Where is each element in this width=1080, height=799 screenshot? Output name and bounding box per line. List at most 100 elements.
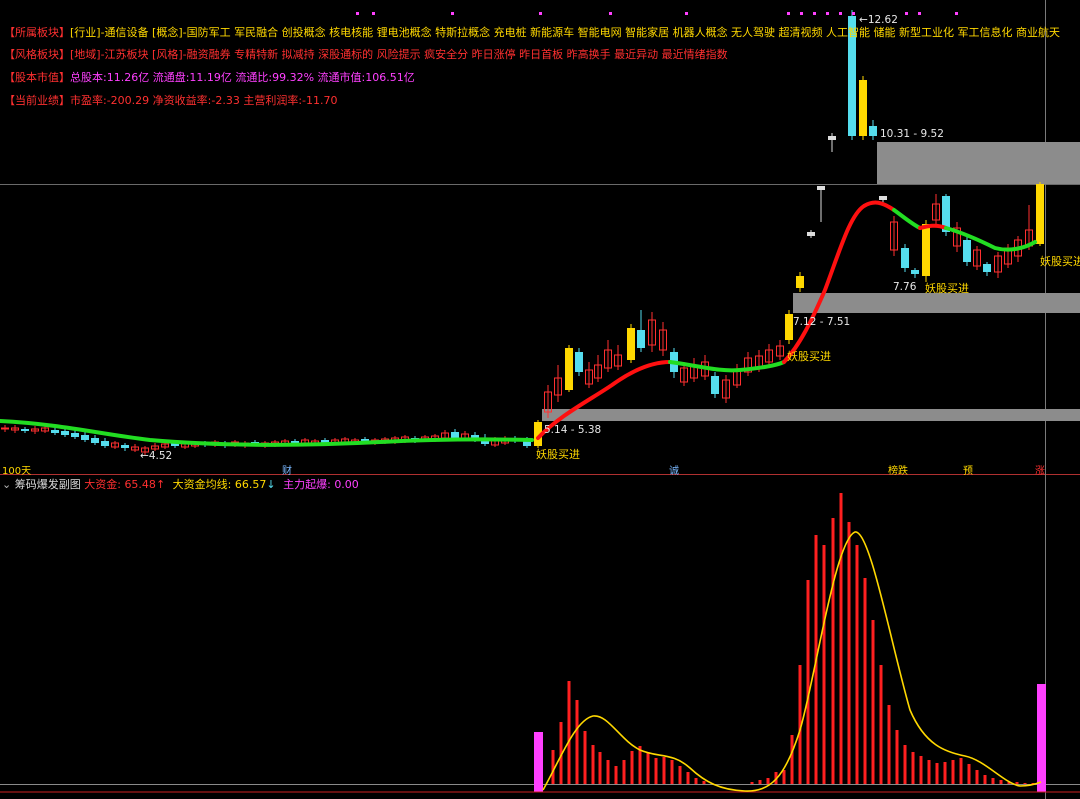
indicator-bar xyxy=(638,746,642,784)
indicator-bar xyxy=(702,781,706,784)
indicator-bar xyxy=(871,620,875,784)
indicator-bar xyxy=(903,745,907,784)
moving-average-line xyxy=(0,200,1037,447)
event-marker-4[interactable]: 预 xyxy=(963,462,973,477)
shares-text: 总股本:11.26亿 流通盘:11.19亿 流通比:99.32% 流通市值:10… xyxy=(70,71,415,84)
candle-body xyxy=(575,352,583,372)
indicator-bar xyxy=(598,752,602,784)
indicator-bar xyxy=(606,760,610,784)
chevron-down-icon[interactable]: ⌄ xyxy=(2,478,11,491)
indicator-bar xyxy=(919,756,923,784)
indicator-bar xyxy=(1015,782,1019,784)
low-price-value: 4.52 xyxy=(148,450,173,462)
event-dot xyxy=(539,12,542,15)
indicator-bar xyxy=(935,763,939,784)
indicator-bar xyxy=(575,700,579,784)
indicator-bar xyxy=(622,760,626,784)
event-dot xyxy=(826,12,829,15)
indicator-bar xyxy=(766,778,770,784)
style-text[interactable]: [地域]-江苏板块 [风格]-融资融券 专精特新 拟减持 深股通标的 风险提示 … xyxy=(70,48,728,61)
event-marker-5[interactable]: 涨 xyxy=(1035,462,1045,477)
candle-body xyxy=(869,126,877,136)
info-row-sector: 【所属板块】[行业]-通信设备 [概念]-国防军工 军民融合 创投概念 核电核能… xyxy=(4,24,1060,40)
price-chart[interactable] xyxy=(0,0,1080,799)
buy-signal-1: 妖股买进 xyxy=(536,448,580,461)
event-dot xyxy=(905,12,908,15)
ma-segment xyxy=(918,223,948,230)
indicator-burst-bar xyxy=(1037,684,1046,792)
candle-body xyxy=(817,186,825,190)
indicator-bar xyxy=(591,745,595,784)
big-fund-arrow: ↑ xyxy=(155,478,166,491)
indicator-bar xyxy=(839,493,843,784)
shares-tag: 【股本市值】 xyxy=(4,71,70,84)
indicator-bar xyxy=(806,580,810,784)
performance-text: 市盈率:-200.29 净资收益率:-2.33 主营利润率:-11.70 xyxy=(70,94,338,107)
event-dot xyxy=(356,12,359,15)
info-row-shares: 【股本市值】总股本:11.26亿 流通盘:11.19亿 流通比:99.32% 流… xyxy=(4,69,415,85)
performance-tag: 【当前业绩】 xyxy=(4,94,70,107)
indicator-bar xyxy=(583,731,587,784)
sub-panel-name[interactable]: 筹码爆发副图 xyxy=(15,478,81,491)
avg-arrow: ↓ xyxy=(266,478,276,491)
main-label: 主力起爆: xyxy=(283,478,331,491)
indicator-bar xyxy=(943,762,947,784)
indicator-bar xyxy=(975,770,979,784)
candle-body xyxy=(711,376,719,394)
event-dot xyxy=(609,12,612,15)
event-dot xyxy=(918,12,921,15)
avg-value: 66.57 xyxy=(234,478,267,491)
period-label: 100天 xyxy=(2,466,32,477)
indicator-bar xyxy=(927,760,931,784)
indicator-average-path xyxy=(542,531,1042,792)
event-marker-1[interactable]: 财 xyxy=(282,462,292,477)
event-dot xyxy=(372,12,375,15)
candle-body xyxy=(785,314,793,340)
candle-body xyxy=(51,430,59,433)
event-dot xyxy=(813,12,816,15)
candle-body xyxy=(91,438,99,443)
candle-body xyxy=(71,433,79,437)
candle-body xyxy=(796,276,804,288)
candle-body xyxy=(901,248,909,268)
candle-body xyxy=(828,136,836,140)
event-dot xyxy=(800,12,803,15)
sector-tag: 【所属板块】 xyxy=(4,26,70,39)
candle-body xyxy=(879,196,887,200)
indicator-bar xyxy=(686,772,690,784)
event-marker-2[interactable]: 诚 xyxy=(669,462,679,477)
candle-body xyxy=(121,445,129,448)
indicator-bar xyxy=(951,760,955,784)
candle-body xyxy=(101,441,109,446)
candle-body xyxy=(983,264,991,272)
sector-text[interactable]: [行业]-通信设备 [概念]-国防军工 军民融合 创投概念 核电核能 锂电池概念… xyxy=(70,26,1060,39)
candle-body xyxy=(807,232,815,236)
big-fund-value: 65.48 xyxy=(124,478,156,491)
event-dot xyxy=(787,12,790,15)
indicator-bars-group xyxy=(0,493,1080,793)
big-fund-label: 大资金: xyxy=(84,478,121,491)
indicator-bar xyxy=(991,778,995,784)
indicator-bar xyxy=(662,757,666,784)
candle-body xyxy=(859,80,867,136)
candle-body xyxy=(81,435,89,440)
indicator-bar xyxy=(758,780,762,784)
indicator-bar xyxy=(551,750,555,784)
indicator-bar xyxy=(847,522,851,784)
indicator-bar xyxy=(678,766,682,784)
event-dot xyxy=(685,12,688,15)
indicator-bar xyxy=(822,545,826,784)
candle-body xyxy=(911,270,919,274)
candle-body xyxy=(21,429,29,431)
indicator-bar xyxy=(959,758,963,784)
price-zone-mid xyxy=(793,293,1080,313)
event-marker-3[interactable]: 榜跌 xyxy=(888,462,908,477)
candle-body xyxy=(61,431,69,435)
high-price-value: 12.62 xyxy=(867,14,898,26)
indicator-bar xyxy=(630,751,634,784)
event-dot xyxy=(955,12,958,15)
indicator-bar xyxy=(614,766,618,784)
indicator-burst-bar xyxy=(534,732,543,792)
candle-body xyxy=(565,348,573,390)
candle-body xyxy=(1036,184,1044,244)
